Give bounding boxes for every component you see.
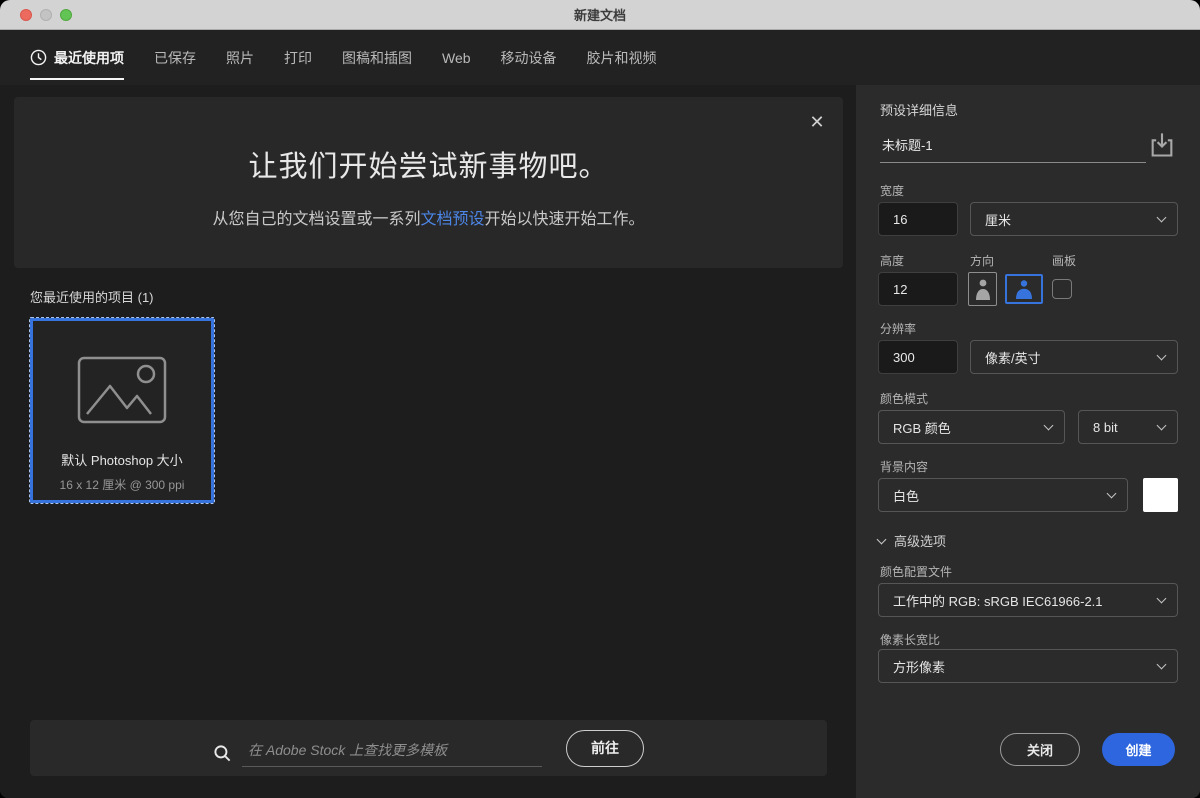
advanced-options-toggle[interactable]: 高级选项 [876, 531, 946, 550]
recent-preset-card[interactable]: 默认 Photoshop 大小 16 x 12 厘米 @ 300 ppi [30, 318, 214, 503]
portrait-person-icon [975, 279, 990, 300]
recent-card-selection: 默认 Photoshop 大小 16 x 12 厘米 @ 300 ppi [29, 317, 215, 504]
width-input[interactable] [878, 202, 958, 236]
new-document-dialog: 新建文档 最近使用项 已保存 照片 打印 图稿和插图 Web 移动设备 胶片和视… [0, 0, 1200, 798]
document-name-input[interactable] [880, 137, 1146, 163]
tab-recent[interactable]: 最近使用项 [30, 30, 124, 85]
background-color-swatch[interactable] [1143, 478, 1178, 512]
close-button[interactable]: 关闭 [1000, 733, 1080, 766]
hero-title: 让我们开始尝试新事物吧。 [248, 151, 609, 183]
tab-photo[interactable]: 照片 [226, 30, 254, 85]
artboard-label: 画板 [1052, 254, 1077, 268]
artboard-checkbox[interactable] [1052, 279, 1072, 299]
traffic-lights [20, 9, 72, 21]
chevron-down-icon [1156, 659, 1167, 669]
landscape-person-icon [1016, 280, 1032, 299]
category-tabbar: 最近使用项 已保存 照片 打印 图稿和插图 Web 移动设备 胶片和视频 [0, 30, 1200, 85]
panel-header: 预设详细信息 [880, 103, 959, 118]
chevron-down-icon [1156, 593, 1167, 603]
image-placeholder-icon [77, 356, 167, 424]
titlebar: 新建文档 [0, 0, 1200, 30]
close-window-button[interactable] [20, 9, 32, 21]
clock-icon [30, 49, 47, 66]
tab-mobile[interactable]: 移动设备 [501, 30, 557, 85]
background-label: 背景内容 [880, 460, 929, 474]
recent-card-title: 默认 Photoshop 大小 [61, 453, 183, 468]
hero-subtitle: 从您自己的文档设置或一系列文档预设开始以快速开始工作。 [212, 211, 645, 228]
chevron-down-icon [1156, 350, 1167, 360]
orientation-label: 方向 [970, 254, 995, 268]
save-preset-icon[interactable] [1148, 131, 1176, 159]
unit-dropdown[interactable]: 厘米 [970, 202, 1178, 236]
pixel-ratio-dropdown[interactable]: 方形像素 [878, 649, 1178, 683]
color-profile-dropdown[interactable]: 工作中的 RGB: sRGB IEC61966-2.1 [878, 583, 1178, 617]
adobe-stock-bar: 前往 [30, 720, 827, 776]
tab-saved[interactable]: 已保存 [154, 30, 196, 85]
width-label: 宽度 [880, 184, 905, 198]
window-title: 新建文档 [573, 8, 626, 23]
chevron-down-icon [1043, 420, 1054, 430]
color-profile-label: 颜色配置文件 [880, 565, 953, 579]
close-icon[interactable]: ✕ [808, 113, 826, 131]
chevron-down-icon [1156, 212, 1167, 222]
create-button[interactable]: 创建 [1102, 733, 1175, 766]
search-icon [214, 744, 231, 761]
resolution-input[interactable] [878, 340, 958, 374]
hero-banner: ✕ 让我们开始尝试新事物吧。 从您自己的文档设置或一系列文档预设开始以快速开始工… [14, 97, 843, 268]
orientation-landscape-button[interactable] [1005, 274, 1043, 304]
chevron-down-icon [876, 534, 887, 544]
main-content: ✕ 让我们开始尝试新事物吧。 从您自己的文档设置或一系列文档预设开始以快速开始工… [0, 85, 856, 798]
tab-art-illustration[interactable]: 图稿和插图 [342, 30, 412, 85]
bit-depth-dropdown[interactable]: 8 bit [1078, 410, 1178, 444]
color-mode-dropdown[interactable]: RGB 颜色 [878, 410, 1065, 444]
tab-web[interactable]: Web [442, 30, 471, 85]
zoom-window-button[interactable] [60, 9, 72, 21]
tab-film-video[interactable]: 胶片和视频 [587, 30, 657, 85]
go-button[interactable]: 前往 [566, 729, 644, 767]
resolution-unit-dropdown[interactable]: 像素/英寸 [970, 340, 1178, 374]
height-input[interactable] [878, 272, 958, 306]
recent-section-label: 您最近使用的项目 (1) [30, 290, 154, 305]
height-label: 高度 [880, 254, 905, 268]
recent-card-subtitle: 16 x 12 厘米 @ 300 ppi [59, 478, 185, 492]
preset-details-panel: 预设详细信息 宽度 厘米 高度 方向 画板 分辨率 [856, 85, 1200, 798]
pixel-ratio-label: 像素长宽比 [880, 633, 941, 647]
chevron-down-icon [1106, 488, 1117, 498]
chevron-down-icon [1156, 420, 1167, 430]
orientation-portrait-button[interactable] [968, 272, 997, 306]
background-dropdown[interactable]: 白色 [878, 478, 1128, 512]
color-mode-label: 颜色模式 [880, 392, 929, 406]
stock-search-input[interactable] [242, 741, 542, 767]
document-presets-link[interactable]: 文档预设 [420, 211, 484, 228]
tab-label: 最近使用项 [54, 49, 124, 66]
minimize-window-button [40, 9, 52, 21]
resolution-label: 分辨率 [880, 322, 917, 336]
tab-print[interactable]: 打印 [284, 30, 312, 85]
